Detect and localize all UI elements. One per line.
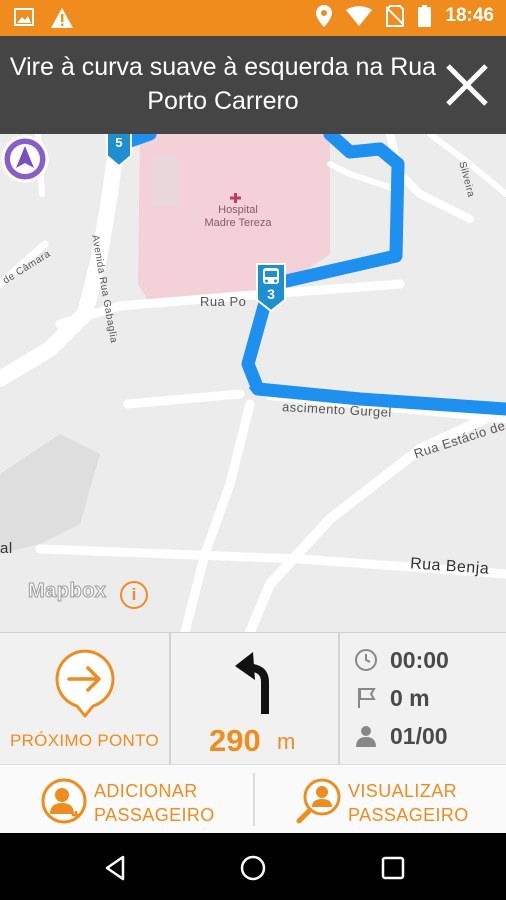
warning-icon [51,8,73,28]
view-passenger-button[interactable]: VISUALIZAR PASSAGEIRO [255,765,506,834]
battery-icon [418,5,432,27]
close-icon[interactable] [442,60,492,110]
search-passenger-icon [296,778,341,824]
wifi-icon [346,6,373,26]
clock: 18:46 [445,5,494,26]
distance-unit: m [277,729,296,754]
status-bar: 18:46 [0,0,506,36]
navigation-arrow-icon [1,135,49,183]
back-icon[interactable] [100,853,130,883]
stat-time: 00:00 [354,645,449,675]
elapsed-time: 00:00 [390,647,449,673]
street-label-rua-porto: Rua Po [200,294,247,309]
turn-indicator: 290 m [171,633,338,765]
arrow-right-pin-icon [55,649,115,718]
navigation-panel: PRÓXIMO PONTO 290 m 00:00 0 m 01/00 [0,632,506,765]
stat-distance: 0 m [354,683,430,713]
passenger-count: 01/00 [390,723,448,749]
home-icon[interactable] [238,853,268,883]
turn-instruction: Vire à curva suave à esquerda na Rua Por… [9,53,437,115]
stat-passengers: 01/00 [354,721,448,751]
system-nav-bar [0,833,506,900]
hospital-label: Hospital Madre Tereza [204,204,272,229]
instruction-bar: Vire à curva suave à esquerda na Rua Por… [0,36,506,134]
flag-icon [358,688,376,708]
action-bar: ADICIONAR PASSAGEIRO VISUALIZAR PASSAGEI… [0,764,506,833]
bus-stop-marker[interactable]: 3 [254,262,288,312]
bus-stop-number: 5 [115,135,123,150]
turn-left-arrow-icon [235,652,269,714]
bus-stop-marker[interactable]: 5 [104,134,134,170]
image-icon [14,8,34,26]
bus-stop-number: 3 [267,286,275,302]
mapbox-logo: Mapbox [28,580,107,603]
person-icon [356,726,376,747]
location-pin-icon [316,5,333,27]
add-passenger-button[interactable]: ADICIONAR PASSAGEIRO [0,765,253,834]
street-label-al: al [0,540,13,557]
add-passenger-label: ADICIONAR PASSAGEIRO [94,781,215,825]
add-passenger-icon [41,778,87,824]
distance-value: 290 [209,723,261,758]
next-stop-label: PRÓXIMO PONTO [9,731,160,750]
info-button[interactable]: i [120,581,148,609]
view-passenger-label: VISUALIZAR PASSAGEIRO [348,781,469,825]
traveled-distance: 0 m [390,685,430,711]
next-stop-button[interactable]: PRÓXIMO PONTO [0,633,169,765]
trip-stats: 00:00 0 m 01/00 [340,633,506,765]
recents-icon[interactable] [378,853,408,883]
map[interactable]: Hospital Madre Tereza Rua Po ascimento G… [0,134,506,632]
no-sim-icon [386,5,405,27]
clock-icon [355,649,377,671]
